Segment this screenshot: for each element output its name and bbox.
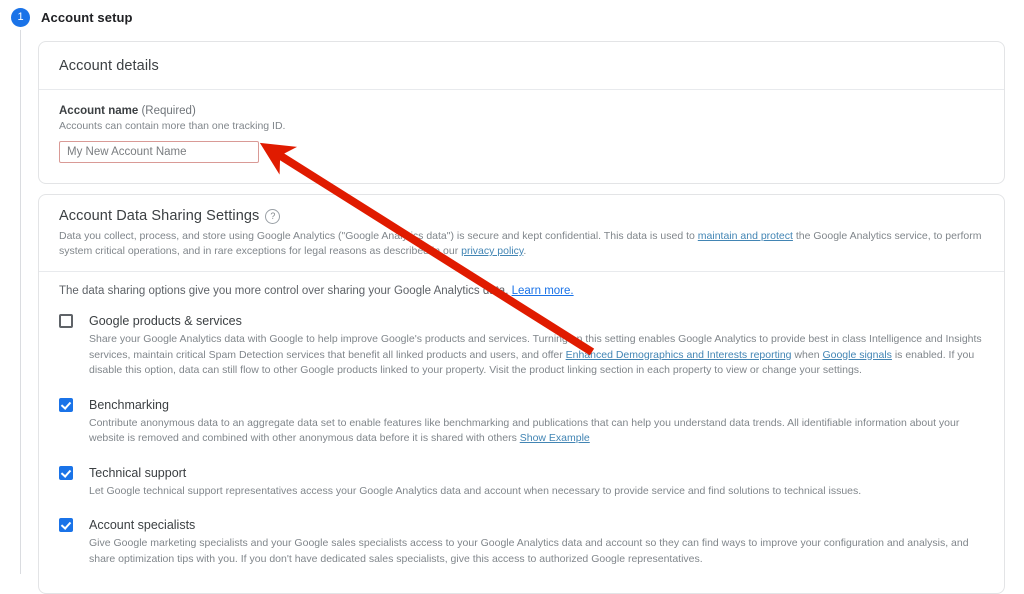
account-name-help-text: Accounts can contain more than one track… — [59, 120, 984, 132]
option-description: Contribute anonymous data to an aggregat… — [89, 416, 984, 447]
option-label: Account specialists — [89, 517, 984, 533]
data-sharing-header: Account Data Sharing Settings ? Data you… — [39, 195, 1004, 271]
step-header: 1 Account setup — [0, 0, 1024, 36]
page-title: Account setup — [41, 10, 133, 25]
data-sharing-body: The data sharing options give you more c… — [39, 272, 1004, 567]
checkbox-technical-support[interactable] — [59, 466, 73, 480]
checkbox-google-products-services[interactable] — [59, 314, 73, 328]
data-sharing-title: Account Data Sharing Settings — [59, 208, 259, 224]
account-details-title: Account details — [39, 42, 1004, 89]
option-label: Google products & services — [89, 313, 984, 329]
account-details-card: Account details Account name (Required) … — [38, 41, 1005, 184]
data-sharing-title-row: Account Data Sharing Settings ? — [59, 208, 984, 224]
option-google-products-services[interactable]: Google products & services Share your Go… — [59, 313, 984, 379]
option-account-specialists[interactable]: Account specialists Give Google marketin… — [59, 517, 984, 567]
lead-text: The data sharing options give you more c… — [59, 285, 512, 297]
step-connector-line — [20, 30, 21, 574]
enhanced-demographics-link[interactable]: Enhanced Demographics and Interests repo… — [566, 349, 792, 361]
option-text: Benchmarking Contribute anonymous data t… — [89, 397, 984, 447]
option-desc-part-2: when — [792, 349, 823, 361]
option-label: Technical support — [89, 465, 984, 481]
help-icon[interactable]: ? — [265, 209, 280, 224]
desc-part-3: . — [523, 245, 526, 257]
account-name-required-note: (Required) — [141, 105, 195, 117]
option-description: Let Google technical support representat… — [89, 484, 984, 500]
learn-more-link[interactable]: Learn more. — [512, 285, 574, 297]
account-name-label: Account name (Required) — [59, 105, 984, 117]
option-text: Account specialists Give Google marketin… — [89, 517, 984, 567]
account-name-input[interactable] — [59, 141, 259, 163]
show-example-link[interactable]: Show Example — [520, 432, 590, 444]
option-benchmarking[interactable]: Benchmarking Contribute anonymous data t… — [59, 397, 984, 447]
step-number-badge: 1 — [11, 8, 30, 27]
google-signals-link[interactable]: Google signals — [822, 349, 891, 361]
account-data-sharing-card: Account Data Sharing Settings ? Data you… — [38, 194, 1005, 594]
option-label: Benchmarking — [89, 397, 984, 413]
account-details-body: Account name (Required) Accounts can con… — [39, 90, 1004, 163]
data-sharing-description: Data you collect, process, and store usi… — [59, 229, 984, 259]
option-description: Give Google marketing specialists and yo… — [89, 536, 984, 567]
desc-part-1: Data you collect, process, and store usi… — [59, 230, 698, 242]
checkbox-account-specialists[interactable] — [59, 518, 73, 532]
maintain-and-protect-link[interactable]: maintain and protect — [698, 230, 793, 242]
option-text: Technical support Let Google technical s… — [89, 465, 984, 500]
data-sharing-lead: The data sharing options give you more c… — [59, 285, 984, 297]
checkbox-benchmarking[interactable] — [59, 398, 73, 412]
option-description: Share your Google Analytics data with Go… — [89, 332, 984, 379]
option-text: Google products & services Share your Go… — [89, 313, 984, 379]
account-name-label-text: Account name — [59, 105, 138, 117]
privacy-policy-link[interactable]: privacy policy — [461, 245, 523, 257]
option-technical-support[interactable]: Technical support Let Google technical s… — [59, 465, 984, 500]
